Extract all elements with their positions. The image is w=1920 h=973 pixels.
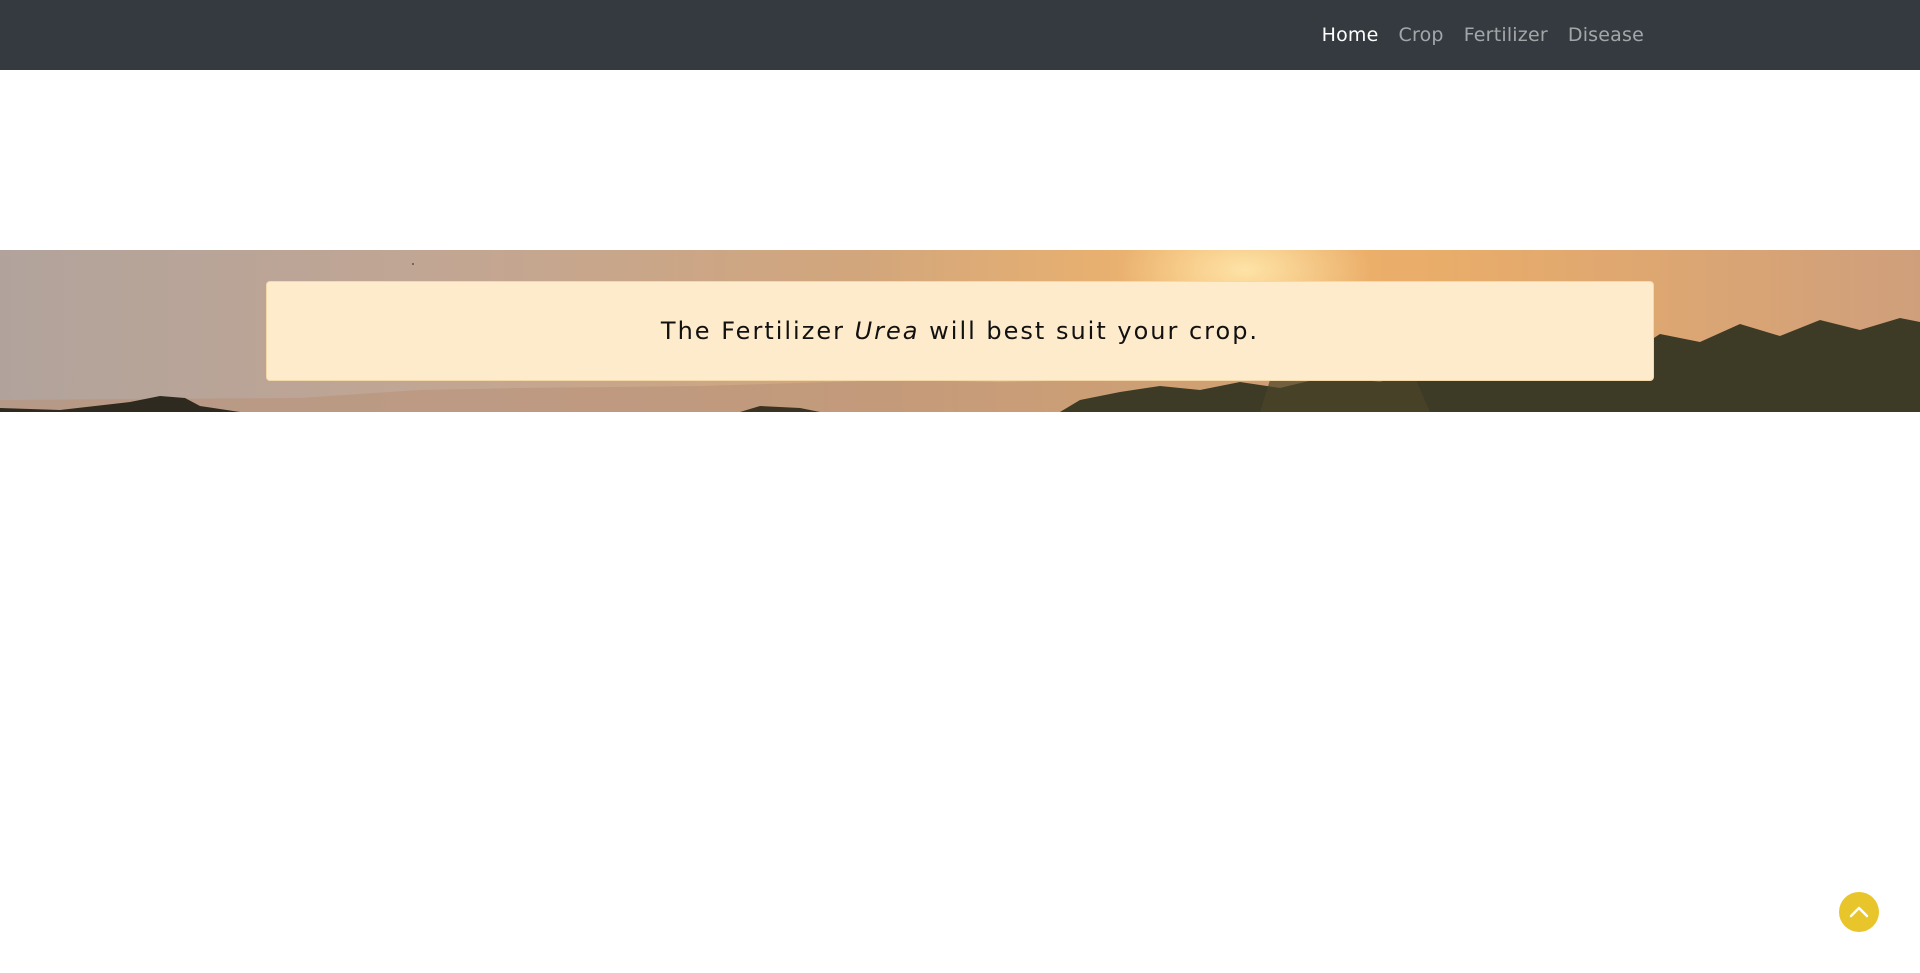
nav-menu: Home Crop Fertilizer Disease: [1322, 0, 1644, 70]
fertilizer-name: Urea: [854, 317, 920, 345]
nav-item-fertilizer[interactable]: Fertilizer: [1464, 24, 1548, 46]
top-navbar: Home Crop Fertilizer Disease: [0, 0, 1920, 70]
nav-item-home[interactable]: Home: [1322, 24, 1379, 46]
result-suffix: will best suit your crop.: [929, 317, 1260, 345]
nav-item-crop[interactable]: Crop: [1399, 24, 1444, 46]
result-message: The Fertilizer Urea will best suit your …: [661, 317, 1259, 345]
scroll-to-top-button[interactable]: [1839, 892, 1879, 932]
result-prefix: The Fertilizer: [660, 317, 845, 345]
nav-item-disease[interactable]: Disease: [1568, 24, 1644, 46]
chevron-up-icon: [1849, 906, 1869, 918]
fertilizer-result-alert: The Fertilizer Urea will best suit your …: [266, 281, 1654, 381]
